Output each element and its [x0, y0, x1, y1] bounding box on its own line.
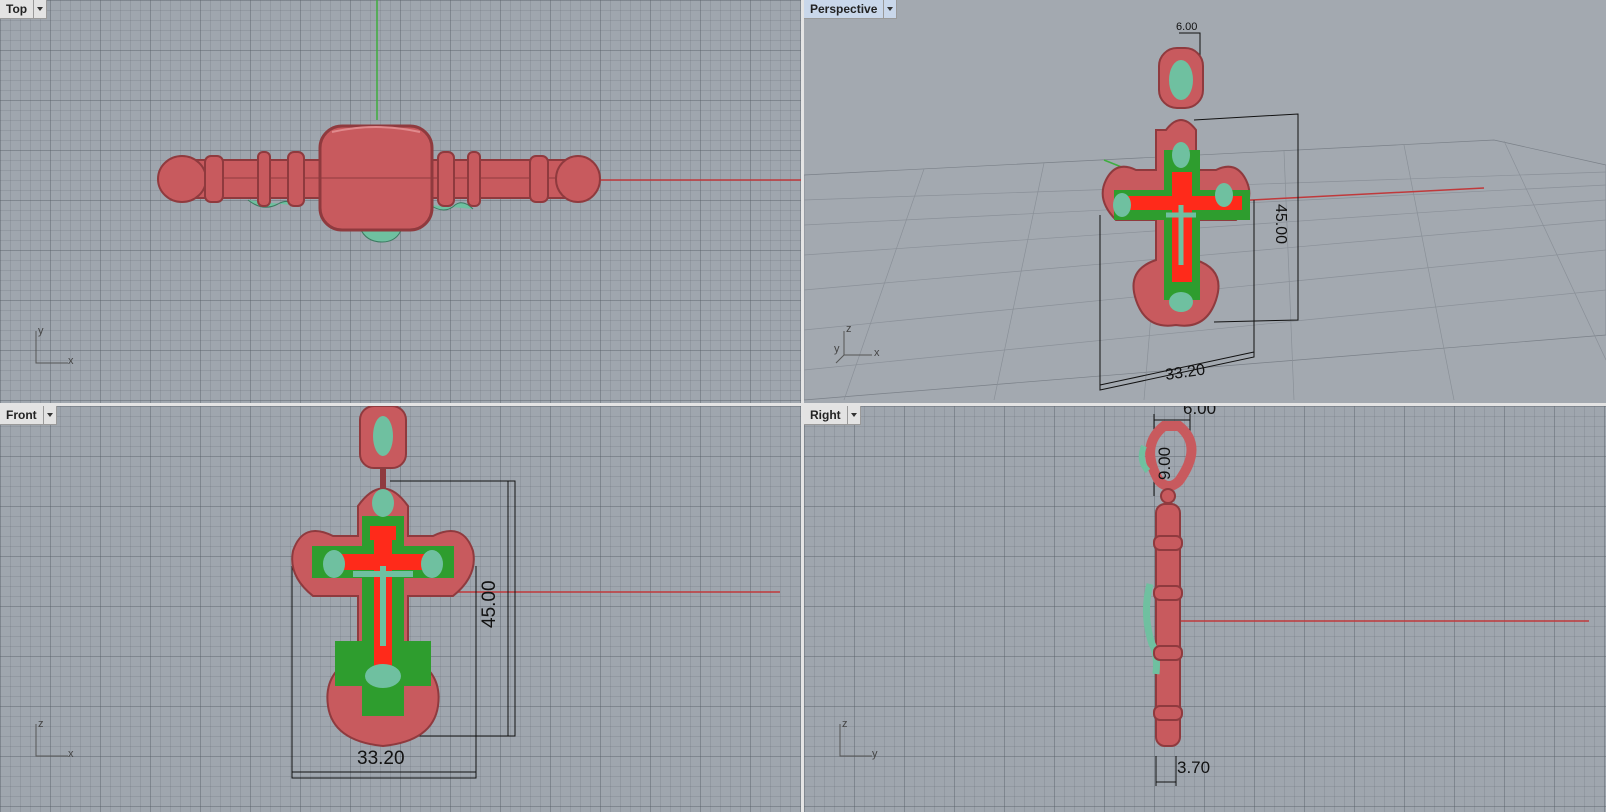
viewport-front-label: Front — [6, 408, 37, 422]
dim-label-height: 45.00 — [479, 580, 500, 628]
axis-label-x: x — [68, 748, 74, 760]
viewport-front-tab[interactable]: Front — [0, 406, 57, 425]
axis-label-x: x — [874, 347, 880, 359]
front-scene: 45.00 33.20 — [291, 406, 780, 779]
axis-label-x: x — [68, 355, 74, 367]
axis-label-y: y — [834, 343, 840, 355]
cross-top-model — [157, 124, 601, 243]
dim-label-top: 6.00 — [1183, 406, 1216, 418]
dim-label-bottom: 3.70 — [1177, 758, 1210, 777]
viewport-splitter-horizontal[interactable] — [0, 403, 1606, 406]
dim-label-top: 6.00 — [1176, 21, 1197, 33]
axis-label-y: y — [38, 325, 44, 337]
dim-label-loop: 9.00 — [1155, 447, 1174, 480]
chevron-down-icon[interactable] — [883, 0, 896, 18]
axis-gizmo-front: z x — [30, 718, 80, 768]
chevron-down-icon[interactable] — [42, 406, 56, 424]
viewport-front[interactable]: 45.00 33.20 Front z x — [0, 406, 801, 812]
dim-label-width: 33.20 — [1164, 362, 1206, 384]
cross-front-model — [291, 406, 475, 748]
axis-gizmo-right: z y — [834, 718, 884, 768]
viewport-splitter-vertical[interactable] — [801, 0, 804, 812]
viewport-top-tab[interactable]: Top — [0, 0, 48, 19]
viewport-perspective[interactable]: 6.00 45.00 33.20 Perspective z x y — [804, 0, 1606, 403]
dim-label-width: 33.20 — [357, 748, 405, 769]
axis-label-z: z — [38, 718, 44, 730]
viewport-perspective-label: Perspective — [810, 2, 878, 16]
chevron-down-icon[interactable] — [33, 0, 46, 18]
dim-label-height: 45.00 — [1272, 204, 1289, 244]
axis-gizmo-top: y x — [30, 325, 80, 375]
axis-label-z: z — [846, 323, 852, 335]
viewport-perspective-tab[interactable]: Perspective — [804, 0, 898, 19]
viewport-top[interactable]: Top y x — [0, 0, 801, 403]
viewport-right-label: Right — [810, 408, 841, 422]
axis-label-z: z — [842, 718, 848, 730]
axis-label-y: y — [872, 748, 878, 760]
top-scene — [157, 0, 801, 243]
cross-perspective-model — [1101, 47, 1251, 327]
axis-gizmo-perspective: z x y — [834, 323, 884, 375]
perspective-scene: 6.00 45.00 33.20 — [804, 21, 1606, 401]
viewport-top-label: Top — [6, 2, 28, 16]
right-scene: 6.00 9.00 3.70 — [1138, 406, 1589, 786]
viewport-right[interactable]: 6.00 9.00 3.70 Right z y — [804, 406, 1606, 812]
chevron-down-icon[interactable] — [846, 406, 860, 424]
viewport-right-tab[interactable]: Right — [804, 406, 861, 425]
